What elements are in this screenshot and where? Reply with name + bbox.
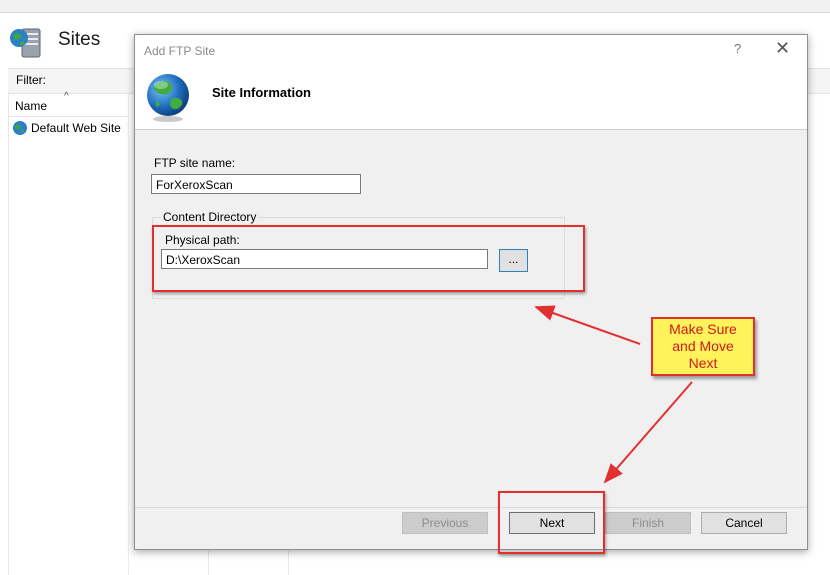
annotation-callout: Make Sure and Move Next [651, 317, 755, 376]
callout-line-1: Make Sure [669, 321, 737, 337]
arrow-to-next [603, 381, 693, 484]
arrow-to-path [534, 305, 641, 345]
callout-line-3: Next [688, 355, 718, 371]
callout-line-2: and Move [672, 338, 734, 354]
annotation-arrows [534, 305, 693, 484]
